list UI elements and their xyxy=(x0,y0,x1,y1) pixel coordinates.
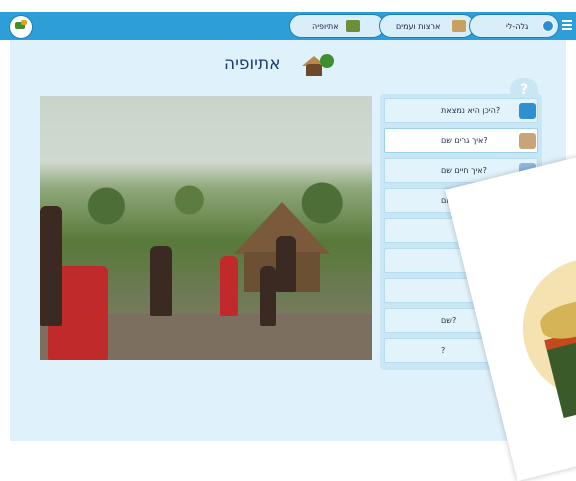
logo-icon[interactable] xyxy=(9,15,33,39)
house-icon xyxy=(519,133,536,149)
question-where[interactable]: היכן היא נמצאת? xyxy=(384,98,538,123)
question-label: איך גרים שם? xyxy=(441,136,488,145)
title-row: אתיופיה xyxy=(10,54,566,84)
question-label: איך חיים שם? xyxy=(441,166,487,175)
tab-countries-and-peoples[interactable]: ארצות ועמים xyxy=(379,14,475,38)
tab-galai-label: גלה-לי xyxy=(506,21,529,31)
globe-icon xyxy=(519,103,536,119)
pyramids-icon xyxy=(452,20,466,32)
question-label: שם? xyxy=(441,316,457,325)
village-photo xyxy=(40,96,372,360)
menu-icon[interactable] xyxy=(562,20,572,32)
page-title: אתיופיה xyxy=(224,54,281,74)
village-icon xyxy=(346,20,360,32)
tab-ethiopia-label: אתיופיה xyxy=(312,21,339,31)
food-illustration xyxy=(508,243,576,419)
tab-galai[interactable]: גלה-לי xyxy=(469,14,559,38)
top-navigation-bar: אתיופיה ארצות ועמים גלה-לי xyxy=(0,12,576,40)
question-how-live-houses[interactable]: איך גרים שם? xyxy=(384,128,538,153)
tab-countries-label: ארצות ועמים xyxy=(396,21,441,31)
tab-ethiopia[interactable]: אתיופיה xyxy=(289,14,385,38)
question-label: ? xyxy=(441,346,446,355)
village-icon xyxy=(302,52,336,80)
search-icon xyxy=(542,20,554,32)
question-label: היכן היא נמצאת? xyxy=(441,106,501,115)
logo-accent xyxy=(21,20,27,25)
